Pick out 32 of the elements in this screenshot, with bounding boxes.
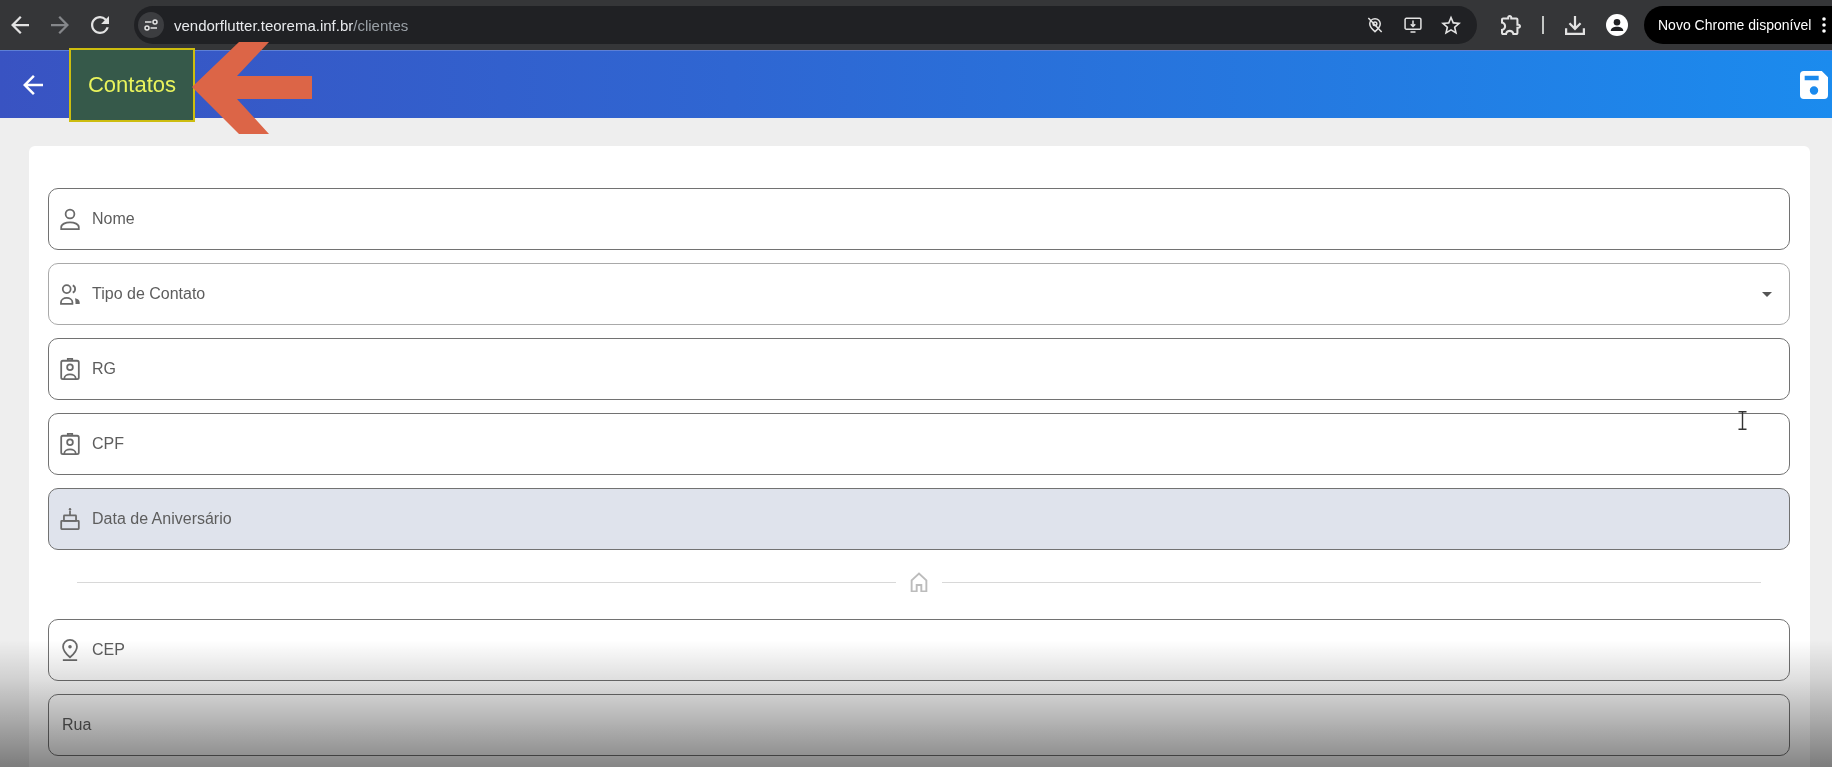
people-icon [60,283,80,305]
id-badge-icon [60,358,80,380]
pin-slash-icon[interactable] [1365,15,1385,35]
text-field[interactable]: Nome [48,188,1790,250]
url-text: vendorflutter.teorema.inf.br/clientes [174,16,409,34]
text-cursor-icon [1738,411,1747,430]
home-icon [910,572,928,592]
site-settings-icon[interactable] [138,12,164,38]
id-badge-icon [60,433,80,455]
page-title: Contatos [87,71,177,98]
save-icon[interactable] [1800,70,1828,99]
back-icon[interactable] [11,16,29,34]
person-icon [60,208,80,230]
text-field[interactable]: Rua [48,694,1790,756]
date-field[interactable]: Data de Aniversário [48,488,1790,550]
dropdown-caret-icon [1762,291,1772,297]
text-field[interactable]: CEP [48,619,1790,681]
more-icon[interactable] [1822,17,1826,33]
address-bar[interactable]: vendorflutter.teorema.inf.br/clientes [134,6,1477,44]
reload-icon[interactable] [91,16,109,34]
dropdown-field[interactable]: Tipo de Contato [48,263,1790,325]
monitor-download-icon[interactable] [1403,15,1423,35]
download-icon[interactable] [1565,15,1585,35]
cake-icon [60,508,80,530]
text-field[interactable]: RG [48,338,1790,400]
location-pin-icon [60,639,80,661]
back-icon[interactable] [23,74,43,95]
avatar-icon[interactable] [1606,14,1628,36]
text-field[interactable]: CPF [48,413,1790,475]
puzzle-icon[interactable] [1501,15,1521,35]
star-icon[interactable] [1441,15,1461,35]
update-button[interactable]: Novo Chrome disponível [1644,6,1832,44]
